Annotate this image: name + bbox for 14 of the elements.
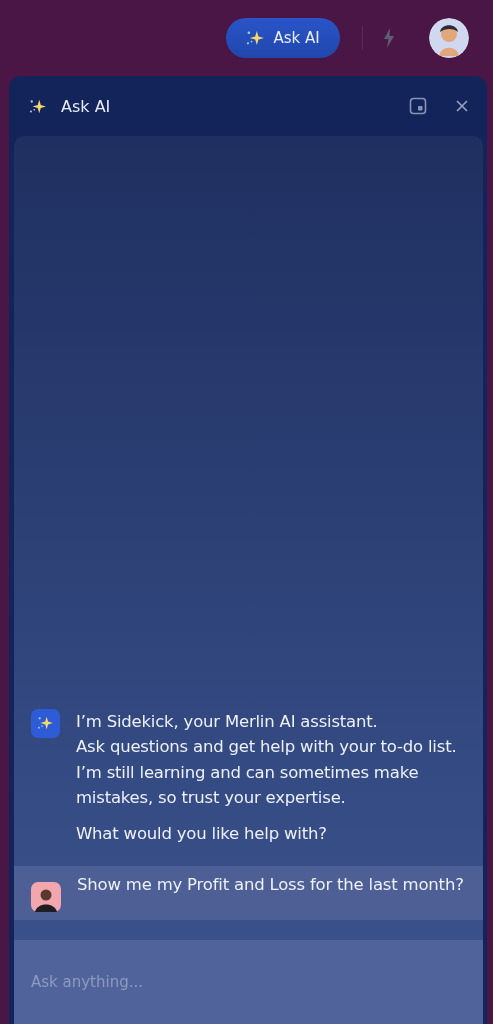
message-text: Ask questions and get help with your to-do list. xyxy=(76,736,458,758)
close-icon[interactable] xyxy=(455,99,469,113)
sparkle-icon xyxy=(29,98,47,114)
message-text: What would you like help with? xyxy=(76,822,328,845)
assistant-avatar xyxy=(31,708,60,738)
ask-ai-button[interactable]: Ask AI xyxy=(226,18,340,58)
message-text: I’m Sidekick, your Merlin AI assistant. xyxy=(76,710,379,733)
panel-title: Ask AI xyxy=(61,96,111,116)
user-avatar xyxy=(31,882,61,912)
message-input[interactable]: Ask anything... xyxy=(14,940,483,1024)
message-text: Show me my Profit and Loss for the last month? xyxy=(77,874,464,895)
picture-in-picture-icon[interactable] xyxy=(409,97,427,115)
avatar[interactable] xyxy=(429,18,469,58)
message-text: I’m still learning and can sometimes make mistakes, so trust your expertise. xyxy=(76,761,420,809)
